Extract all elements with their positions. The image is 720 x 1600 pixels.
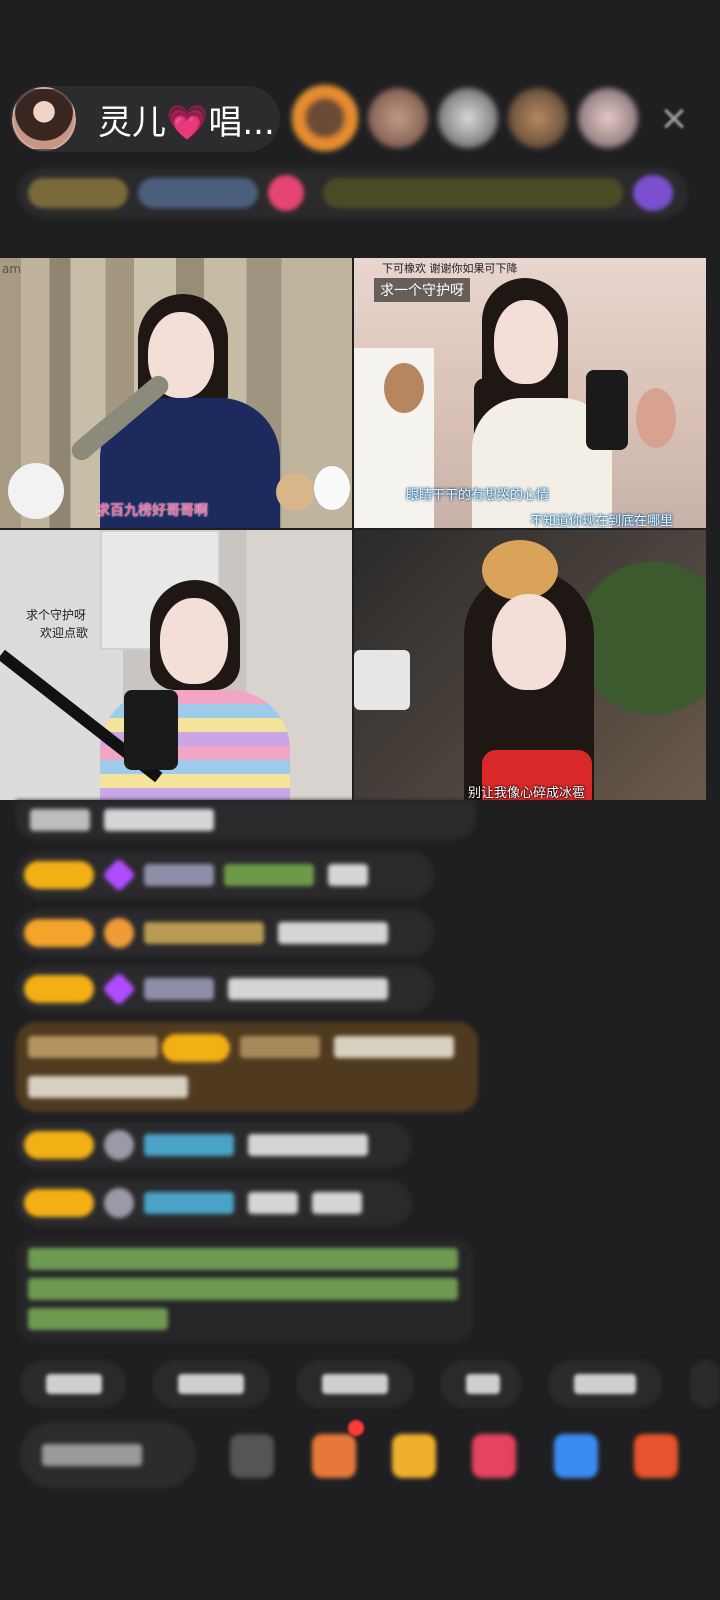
quick-reply[interactable]	[690, 1360, 720, 1408]
heart-gift-icon[interactable]	[472, 1434, 516, 1478]
level-badge	[24, 975, 94, 1003]
quick-reply[interactable]	[152, 1360, 270, 1408]
system-notice	[16, 1238, 474, 1342]
close-icon[interactable]: ✕	[652, 100, 696, 140]
bear-headband	[482, 540, 558, 600]
viewer-avatar[interactable]	[368, 88, 428, 148]
info-chip[interactable]	[28, 178, 128, 208]
treasure-icon[interactable]	[392, 1434, 436, 1478]
chat-message[interactable]	[16, 800, 476, 840]
gift-icon[interactable]	[268, 175, 304, 211]
hamster-sticker	[8, 463, 64, 519]
gift-icon[interactable]	[634, 1434, 678, 1478]
chat-message[interactable]	[16, 852, 434, 898]
level-badge	[24, 861, 94, 889]
level-badge	[24, 919, 94, 947]
quick-reply[interactable]	[440, 1360, 522, 1408]
comment-input[interactable]	[20, 1422, 196, 1488]
balloon	[636, 388, 676, 448]
top-viewers[interactable]	[292, 85, 638, 151]
viewer-avatar[interactable]	[508, 88, 568, 148]
bunny-sticker	[314, 466, 350, 510]
room-info-bar[interactable]	[18, 168, 688, 218]
chat-message[interactable]	[16, 966, 434, 1012]
studio-mic	[586, 370, 628, 450]
video-grid: am 求百九榜好哥哥啊 下可橡欢 谢谢你如果可下降 求一个守护呀 眼睛干干的有想…	[0, 258, 706, 800]
bear-sticker	[276, 473, 314, 511]
avatar	[104, 918, 134, 948]
video-tile-2[interactable]: 下可橡欢 谢谢你如果可下降 求一个守护呀 眼睛干干的有想哭的心情 不知道你现在到…	[354, 258, 706, 528]
quick-reply[interactable]	[20, 1360, 126, 1408]
lyric-line-2: 不知道你现在到底在哪里	[530, 514, 674, 528]
level-badge	[24, 1131, 94, 1159]
streamer-face	[494, 300, 558, 384]
viewer-avatar[interactable]	[292, 85, 358, 151]
host-info[interactable]: 灵儿💗唱...	[10, 86, 280, 152]
watermark: am	[2, 262, 22, 276]
video-caption: 别让我像心碎成冰雹	[468, 786, 586, 800]
info-chip[interactable]	[138, 178, 258, 208]
streamer-tag: 求一个守护呀	[374, 278, 470, 302]
menu-icon[interactable]	[633, 175, 673, 211]
video-tile-4[interactable]: 别让我像心碎成冰雹	[354, 530, 706, 800]
avatar	[104, 1130, 134, 1160]
chat-message[interactable]	[16, 1122, 412, 1168]
video-caption: 求百九榜好哥哥啊	[96, 503, 208, 519]
host-avatar[interactable]	[12, 87, 76, 151]
streamer-face	[492, 594, 566, 690]
quick-reply[interactable]	[296, 1360, 414, 1408]
note-line-1: 求个守护呀	[26, 608, 87, 622]
teddy-bear	[384, 363, 424, 413]
info-chip[interactable]	[323, 178, 623, 208]
gift-box-icon[interactable]	[312, 1434, 356, 1478]
viewer-avatar[interactable]	[578, 88, 638, 148]
note-line-2: 欢迎点歌	[40, 626, 89, 640]
lyric-line-1: 眼睛干干的有想哭的心情	[406, 488, 550, 503]
viewer-avatar[interactable]	[438, 88, 498, 148]
streamer-face	[160, 598, 228, 684]
level-badge	[24, 1189, 94, 1217]
gift-notice[interactable]	[16, 1022, 478, 1112]
avatar	[104, 1188, 134, 1218]
gem-icon	[102, 972, 136, 1006]
emoji-icon[interactable]	[230, 1434, 274, 1478]
top-note: 下可橡欢 谢谢你如果可下降	[382, 262, 518, 275]
video-tile-3[interactable]: 求个守护呀 欢迎点歌	[0, 530, 352, 800]
gem-icon	[102, 858, 136, 892]
quick-reply[interactable]	[548, 1360, 662, 1408]
video-tile-1[interactable]: am 求百九榜好哥哥啊	[0, 258, 352, 528]
chat-message[interactable]	[16, 910, 434, 956]
studio-mic	[124, 690, 178, 770]
chat-message[interactable]	[16, 1180, 412, 1226]
share-icon[interactable]	[554, 1434, 598, 1478]
lamp	[354, 650, 410, 710]
notification-dot	[348, 1420, 364, 1436]
host-name: 灵儿💗唱...	[98, 102, 275, 143]
